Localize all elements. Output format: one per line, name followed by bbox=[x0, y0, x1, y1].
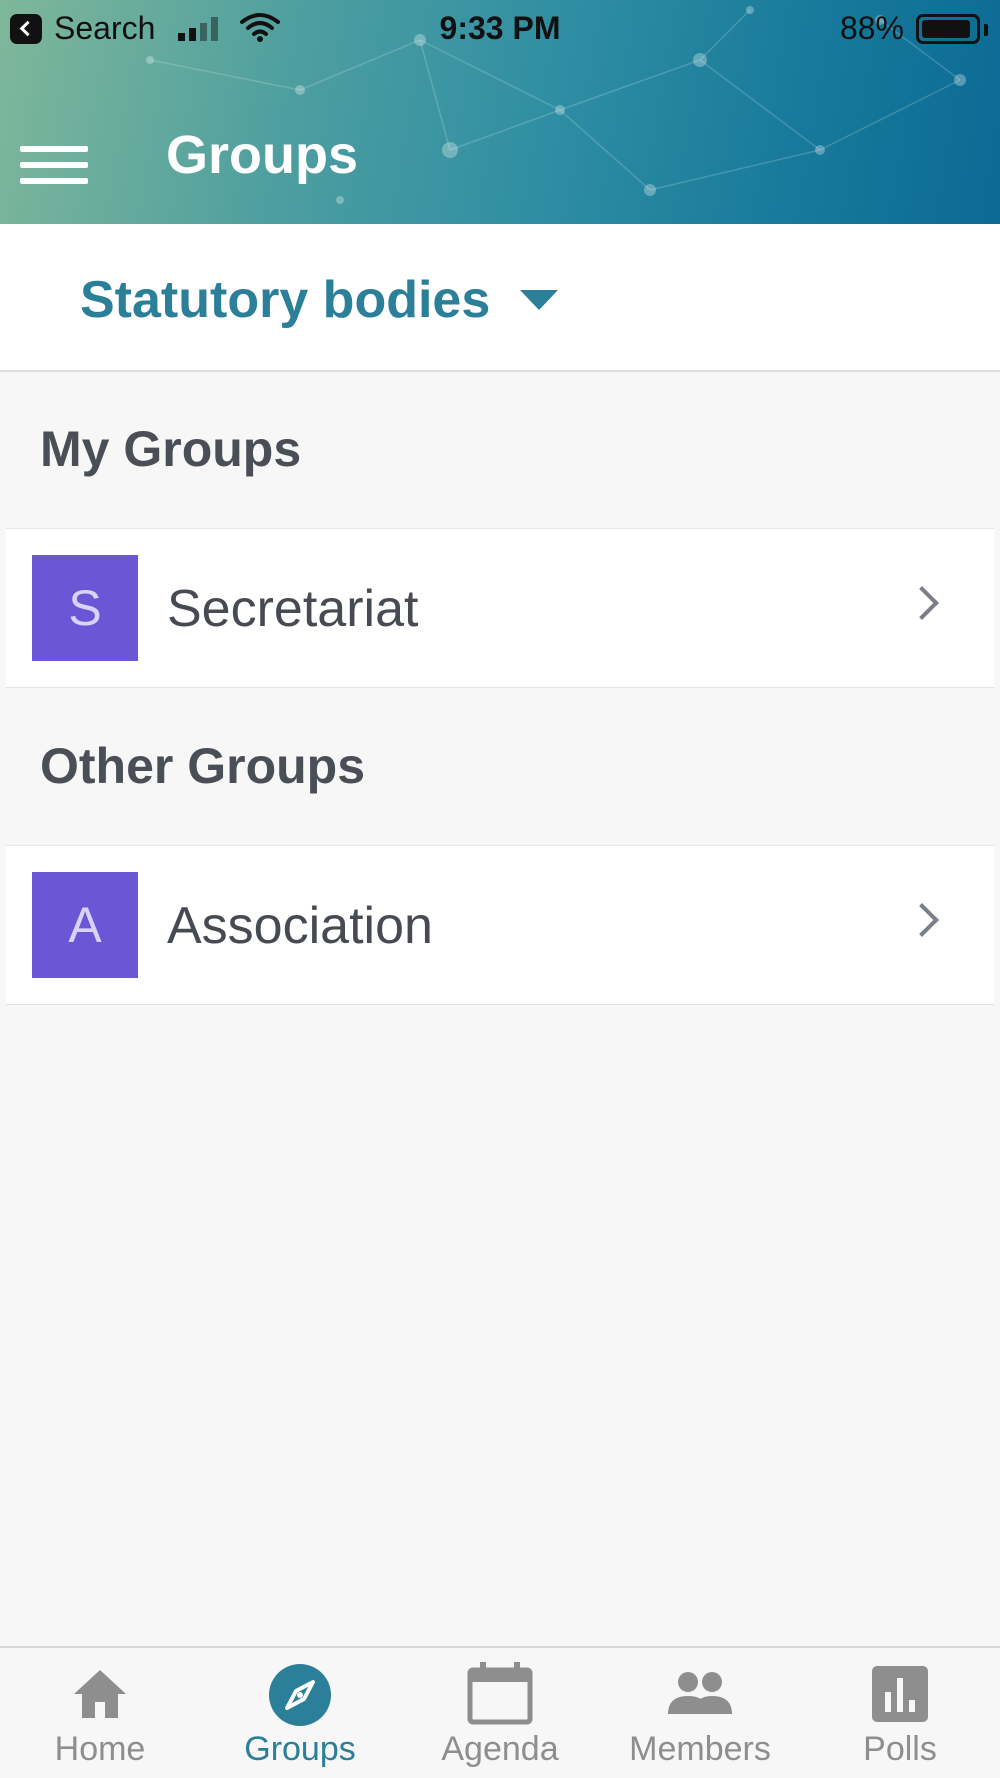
battery-percent: 88% bbox=[839, 10, 904, 46]
group-name: Association bbox=[167, 897, 433, 955]
calendar-icon bbox=[400, 1662, 600, 1726]
hamburger-menu-icon[interactable] bbox=[18, 140, 90, 190]
group-row-association[interactable]: A Association bbox=[6, 845, 994, 1005]
group-name: Secretariat bbox=[167, 580, 419, 638]
chevron-right-icon bbox=[905, 903, 939, 937]
tab-home[interactable]: Home bbox=[0, 1648, 200, 1778]
group-category-label: Statutory bodies bbox=[80, 271, 491, 329]
compass-icon bbox=[200, 1662, 400, 1726]
tab-groups[interactable]: Groups bbox=[200, 1648, 400, 1778]
chevron-right-icon bbox=[905, 586, 939, 620]
tab-agenda[interactable]: Agenda bbox=[400, 1648, 600, 1778]
tab-polls[interactable]: Polls bbox=[800, 1648, 1000, 1778]
status-bar: Search 9:33 PM 88% bbox=[0, 0, 1000, 56]
members-icon bbox=[600, 1662, 800, 1726]
tab-label: Home bbox=[54, 1730, 146, 1768]
battery-nub bbox=[984, 24, 988, 36]
group-filter-bar: Statutory bodies bbox=[0, 224, 1000, 372]
group-category-dropdown[interactable]: Statutory bodies bbox=[80, 270, 559, 330]
group-avatar: A bbox=[32, 872, 138, 978]
tab-label: Agenda bbox=[441, 1730, 559, 1768]
home-icon bbox=[0, 1662, 200, 1726]
poll-chart-icon bbox=[800, 1662, 1000, 1726]
group-avatar: S bbox=[32, 555, 138, 661]
tab-label: Groups bbox=[244, 1730, 356, 1768]
caret-down-icon bbox=[520, 290, 559, 310]
group-row-secretariat[interactable]: S Secretariat bbox=[6, 528, 994, 688]
tab-members[interactable]: Members bbox=[600, 1648, 800, 1778]
tab-label: Polls bbox=[863, 1730, 937, 1768]
page-title: Groups bbox=[166, 125, 359, 185]
battery-icon bbox=[916, 14, 980, 44]
other-groups-heading: Other Groups bbox=[40, 738, 366, 794]
my-groups-heading: My Groups bbox=[40, 421, 302, 477]
bottom-tab-bar: Home Groups Agenda Members Polls bbox=[0, 1646, 1000, 1778]
tab-label: Members bbox=[629, 1730, 771, 1768]
app-header: Search 9:33 PM 88% Groups bbox=[0, 0, 1000, 224]
